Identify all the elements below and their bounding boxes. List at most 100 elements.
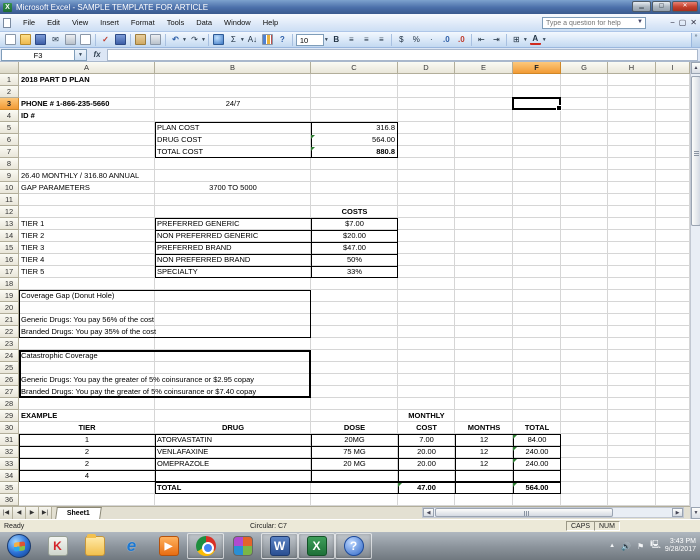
network-icon[interactable]: 🖳 bbox=[650, 539, 661, 553]
cell-A1[interactable]: 2018 PART D PLAN bbox=[21, 74, 90, 86]
cell-B10[interactable]: 3700 TO 5000 bbox=[155, 182, 311, 194]
cell-A14[interactable]: TIER 2 bbox=[21, 230, 44, 242]
menu-view[interactable]: View bbox=[66, 16, 94, 29]
question-box[interactable] bbox=[542, 17, 646, 29]
cell-F31[interactable]: 84.00 bbox=[513, 434, 561, 446]
cell-E31[interactable]: 12 bbox=[455, 434, 513, 446]
cell-A15[interactable]: TIER 3 bbox=[21, 242, 44, 254]
column-header-A[interactable]: A bbox=[19, 62, 155, 74]
menu-tools[interactable]: Tools bbox=[161, 16, 191, 29]
hidden-icons-button[interactable]: ▲ bbox=[609, 543, 615, 549]
cell-B33[interactable]: OMEPRAZOLE bbox=[157, 458, 209, 470]
row-header-1[interactable]: 1 bbox=[0, 74, 19, 86]
row-header-2[interactable]: 2 bbox=[0, 86, 19, 98]
cell-C33[interactable]: 20 MG bbox=[311, 458, 398, 470]
cell-C14[interactable]: $20.00 bbox=[311, 230, 398, 242]
help-icon[interactable]: ? bbox=[275, 33, 290, 47]
cell-D31[interactable]: 7.00 bbox=[398, 434, 455, 446]
question-box-dropdown-icon[interactable]: ▼ bbox=[637, 19, 643, 25]
cell-E32[interactable]: 12 bbox=[455, 446, 513, 458]
row-header-10[interactable]: 10 bbox=[0, 182, 19, 194]
cell-B16[interactable]: NON PREFERRED BRAND bbox=[157, 254, 250, 266]
doc-restore-button[interactable]: ▢ bbox=[679, 17, 687, 28]
row-header-9[interactable]: 9 bbox=[0, 170, 19, 182]
row-header-8[interactable]: 8 bbox=[0, 158, 19, 170]
maximize-button[interactable]: ▢ bbox=[652, 1, 671, 12]
row-header-24[interactable]: 24 bbox=[0, 350, 19, 362]
cell-A13[interactable]: TIER 1 bbox=[21, 218, 44, 230]
taskbar-clock[interactable]: 3:43 PM 9/28/2017 bbox=[665, 538, 700, 554]
selected-cell[interactable] bbox=[512, 97, 562, 111]
doc-minimize-button[interactable]: − bbox=[670, 17, 675, 28]
cell-D35[interactable]: 47.00 bbox=[398, 482, 455, 494]
row-header-19[interactable]: 19 bbox=[0, 290, 19, 302]
scroll-up-button[interactable]: ▲ bbox=[691, 62, 700, 74]
cell-A27[interactable]: Branded Drugs: You pay the greater of 5%… bbox=[21, 386, 256, 398]
row-header-5[interactable]: 5 bbox=[0, 122, 19, 134]
cell-B35[interactable]: TOTAL bbox=[157, 482, 181, 494]
row-header-7[interactable]: 7 bbox=[0, 146, 19, 158]
minimize-button[interactable]: ▁ bbox=[632, 1, 651, 12]
align-center-icon[interactable]: ≡ bbox=[359, 33, 374, 47]
cell-B31[interactable]: ATORVASTATIN bbox=[157, 434, 212, 446]
row-header-29[interactable]: 29 bbox=[0, 410, 19, 422]
hyperlink-icon[interactable] bbox=[211, 33, 226, 47]
row-header-21[interactable]: 21 bbox=[0, 314, 19, 326]
prev-sheet-button[interactable]: ◀ bbox=[13, 507, 26, 519]
cell-B32[interactable]: VENLAFAXINE bbox=[157, 446, 208, 458]
print-preview-icon[interactable] bbox=[78, 33, 93, 47]
row-header-12[interactable]: 12 bbox=[0, 206, 19, 218]
taskbar-item-explorer[interactable] bbox=[76, 533, 113, 559]
cell-B30[interactable]: DRUG bbox=[155, 422, 311, 434]
font-size-select[interactable]: 10 bbox=[295, 33, 324, 46]
cell-C12[interactable]: COSTS bbox=[311, 206, 398, 218]
cell-C13[interactable]: $7.00 bbox=[311, 218, 398, 230]
cell-B15[interactable]: PREFERRED BRAND bbox=[157, 242, 232, 254]
column-header-D[interactable]: D bbox=[398, 62, 455, 74]
autosum-icon[interactable]: Σ bbox=[226, 33, 241, 47]
row-header-23[interactable]: 23 bbox=[0, 338, 19, 350]
row-header-28[interactable]: 28 bbox=[0, 398, 19, 410]
close-button[interactable]: ✕ bbox=[672, 1, 698, 12]
row-header-18[interactable]: 18 bbox=[0, 278, 19, 290]
column-header-G[interactable]: G bbox=[561, 62, 608, 74]
row-header-17[interactable]: 17 bbox=[0, 266, 19, 278]
scroll-right-button[interactable]: ▶ bbox=[672, 508, 683, 517]
format-painter-icon[interactable] bbox=[148, 33, 163, 47]
name-box[interactable]: F3 bbox=[1, 48, 75, 61]
start-button[interactable] bbox=[7, 534, 31, 558]
cell-C7[interactable]: 880.8 bbox=[311, 146, 395, 158]
cell-A30[interactable]: TIER bbox=[19, 422, 155, 434]
scroll-left-button[interactable]: ◀ bbox=[423, 508, 434, 517]
taskbar-item-kaspersky[interactable]: K bbox=[39, 533, 76, 559]
comma-icon[interactable]: · bbox=[424, 33, 439, 47]
cell-A3[interactable]: PHONE # 1-866-235-5660 bbox=[21, 98, 109, 110]
paste-icon[interactable] bbox=[133, 33, 148, 47]
cell-B13[interactable]: PREFERRED GENERIC bbox=[157, 218, 240, 230]
vertical-scroll-thumb[interactable] bbox=[691, 76, 700, 226]
row-header-32[interactable]: 32 bbox=[0, 446, 19, 458]
save-icon[interactable] bbox=[33, 33, 48, 47]
cell-B14[interactable]: NON PREFERRED GENERIC bbox=[157, 230, 258, 242]
new-icon[interactable] bbox=[3, 33, 18, 47]
sort-ascending-icon[interactable]: A↓ bbox=[245, 33, 260, 47]
taskbar-item-media-center[interactable] bbox=[224, 533, 261, 559]
row-header-4[interactable]: 4 bbox=[0, 110, 19, 122]
row-header-3[interactable]: 3 bbox=[0, 98, 19, 110]
row-header-14[interactable]: 14 bbox=[0, 230, 19, 242]
cell-A10[interactable]: GAP PARAMETERS bbox=[21, 182, 90, 194]
toolbar-options-icon[interactable]: » bbox=[691, 32, 700, 47]
cell-A29[interactable]: EXAMPLE bbox=[21, 410, 57, 422]
email-icon[interactable]: ✉ bbox=[48, 33, 63, 47]
insert-function-icon[interactable]: fx bbox=[87, 50, 107, 59]
row-header-6[interactable]: 6 bbox=[0, 134, 19, 146]
increase-indent-icon[interactable]: ⇥ bbox=[489, 33, 504, 47]
first-sheet-button[interactable]: |◀ bbox=[0, 507, 13, 519]
cell-C5[interactable]: 316.8 bbox=[311, 122, 395, 134]
open-icon[interactable] bbox=[18, 33, 33, 47]
percent-icon[interactable]: % bbox=[409, 33, 424, 47]
row-header-33[interactable]: 33 bbox=[0, 458, 19, 470]
row-header-26[interactable]: 26 bbox=[0, 374, 19, 386]
doc-close-button[interactable]: ✕ bbox=[690, 17, 697, 28]
select-all-corner[interactable] bbox=[0, 62, 19, 74]
